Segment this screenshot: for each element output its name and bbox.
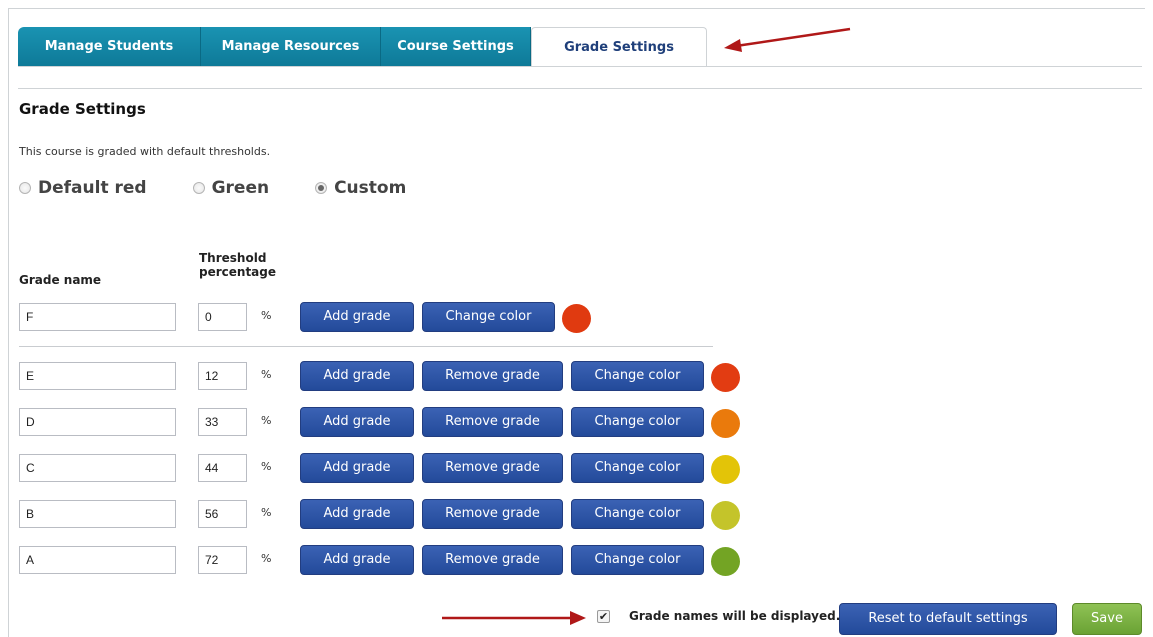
add-grade-button[interactable]: Add grade xyxy=(300,499,414,529)
section-divider xyxy=(18,88,1142,89)
preset-radio-group: Default red Green Custom xyxy=(19,178,452,198)
add-grade-button[interactable]: Add grade xyxy=(300,302,414,332)
grade-color-swatch xyxy=(711,409,740,438)
add-grade-button[interactable]: Add grade xyxy=(300,545,414,575)
radio-label: Custom xyxy=(334,178,407,198)
grade-color-swatch xyxy=(711,363,740,392)
add-grade-button[interactable]: Add grade xyxy=(300,407,414,437)
tab-grade-settings[interactable]: Grade Settings xyxy=(531,27,707,66)
tab-course-settings[interactable]: Course Settings xyxy=(381,27,531,66)
change-color-button[interactable]: Change color xyxy=(571,407,704,437)
percent-sign: % xyxy=(261,309,272,322)
change-color-button[interactable]: Change color xyxy=(571,499,704,529)
radio-custom[interactable]: Custom xyxy=(315,178,406,198)
remove-grade-button[interactable]: Remove grade xyxy=(422,499,563,529)
column-header-threshold-line1: Threshold xyxy=(199,251,267,265)
grade-name-input[interactable] xyxy=(19,546,176,574)
radio-label: Default red xyxy=(38,178,147,198)
add-grade-button[interactable]: Add grade xyxy=(300,361,414,391)
column-header-threshold-line2: percentage xyxy=(199,265,277,279)
grade-name-input[interactable] xyxy=(19,362,176,390)
column-header-grade-name: Grade name xyxy=(19,273,102,287)
threshold-input[interactable] xyxy=(198,303,247,331)
remove-grade-button[interactable]: Remove grade xyxy=(422,545,563,575)
tab-bar: Manage Students Manage Resources Course … xyxy=(18,27,707,66)
remove-grade-button[interactable]: Remove grade xyxy=(422,361,563,391)
save-button[interactable]: Save xyxy=(1072,603,1142,635)
reset-defaults-button[interactable]: Reset to default settings xyxy=(839,603,1057,635)
percent-sign: % xyxy=(261,552,272,565)
display-names-label: Grade names will be displayed. xyxy=(629,609,841,623)
percent-sign: % xyxy=(261,460,272,473)
change-color-button[interactable]: Change color xyxy=(571,545,704,575)
change-color-button[interactable]: Change color xyxy=(571,453,704,483)
remove-grade-button[interactable]: Remove grade xyxy=(422,453,563,483)
grade-name-input[interactable] xyxy=(19,408,176,436)
tab-manage-resources[interactable]: Manage Resources xyxy=(201,27,381,66)
threshold-input[interactable] xyxy=(198,362,247,390)
radio-label: Green xyxy=(211,178,270,198)
threshold-input[interactable] xyxy=(198,454,247,482)
annotation-arrow-tab-icon xyxy=(724,27,851,52)
column-header-threshold: Threshold percentage xyxy=(199,251,276,279)
radio-unselected-icon[interactable] xyxy=(192,182,205,194)
change-color-button[interactable]: Change color xyxy=(571,361,704,391)
radio-green[interactable]: Green xyxy=(192,178,270,198)
grade-color-swatch xyxy=(711,455,740,484)
grade-color-swatch xyxy=(711,547,740,576)
radio-selected-icon[interactable] xyxy=(315,182,328,194)
threshold-input[interactable] xyxy=(198,408,247,436)
grade-name-input[interactable] xyxy=(19,500,176,528)
threshold-input[interactable] xyxy=(198,546,247,574)
display-names-checkbox[interactable]: ✔ xyxy=(597,610,610,623)
grade-name-input[interactable] xyxy=(19,303,176,331)
page-title: Grade Settings xyxy=(19,100,146,118)
radio-default-red[interactable]: Default red xyxy=(19,178,147,198)
grading-description: This course is graded with default thres… xyxy=(19,145,271,158)
grade-name-input[interactable] xyxy=(19,454,176,482)
row-separator xyxy=(19,346,713,347)
change-color-button[interactable]: Change color xyxy=(422,302,555,332)
grade-color-swatch xyxy=(711,501,740,530)
tab-manage-students[interactable]: Manage Students xyxy=(18,27,201,66)
annotation-arrow-checkbox-icon xyxy=(442,611,586,625)
percent-sign: % xyxy=(261,506,272,519)
radio-unselected-icon[interactable] xyxy=(19,182,31,194)
percent-sign: % xyxy=(261,368,272,381)
add-grade-button[interactable]: Add grade xyxy=(300,453,414,483)
grade-color-swatch xyxy=(562,304,591,333)
threshold-input[interactable] xyxy=(198,500,247,528)
percent-sign: % xyxy=(261,414,272,427)
remove-grade-button[interactable]: Remove grade xyxy=(422,407,563,437)
tab-divider xyxy=(18,66,1142,67)
